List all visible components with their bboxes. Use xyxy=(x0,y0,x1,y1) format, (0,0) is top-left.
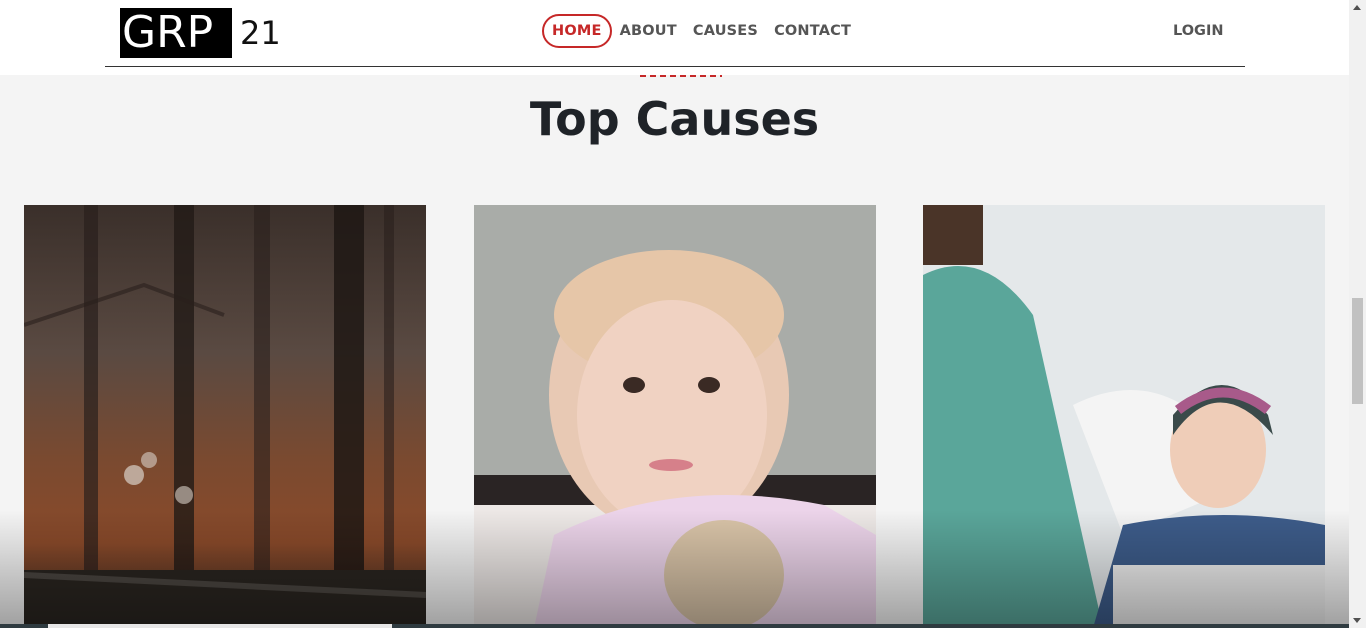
child-patient-image xyxy=(474,205,876,628)
logo-number: 21 xyxy=(240,14,281,52)
scroll-up-arrow-icon[interactable] xyxy=(1353,5,1361,10)
brand-logo[interactable]: GRP 21 xyxy=(120,8,281,58)
scroll-down-arrow-icon[interactable] xyxy=(1353,618,1361,623)
nav-about-link[interactable]: ABOUT xyxy=(612,14,685,48)
section-title: Top Causes xyxy=(529,92,820,146)
nav-causes-link[interactable]: CAUSES xyxy=(685,14,766,48)
login-link[interactable]: LOGIN xyxy=(1173,23,1223,39)
autumn-forest-image xyxy=(24,205,426,628)
cause-card-3[interactable] xyxy=(923,205,1325,628)
nav-home-link[interactable]: HOME xyxy=(542,14,612,48)
header-divider xyxy=(105,66,1245,67)
page-scrollbar[interactable] xyxy=(1349,0,1366,628)
main-nav: HOME ABOUT CAUSES CONTACT xyxy=(542,14,859,48)
cause-card-1[interactable] xyxy=(24,205,426,628)
cause-card-2[interactable] xyxy=(474,205,876,628)
scrollbar-thumb[interactable] xyxy=(1352,298,1363,404)
footer-edge-highlight xyxy=(48,624,392,628)
patient-and-nurse-image xyxy=(923,205,1325,628)
site-header: GRP 21 HOME ABOUT CAUSES CONTACT LOGIN xyxy=(0,0,1349,75)
logo-text: GRP xyxy=(120,8,232,58)
nav-contact-link[interactable]: CONTACT xyxy=(766,14,859,48)
